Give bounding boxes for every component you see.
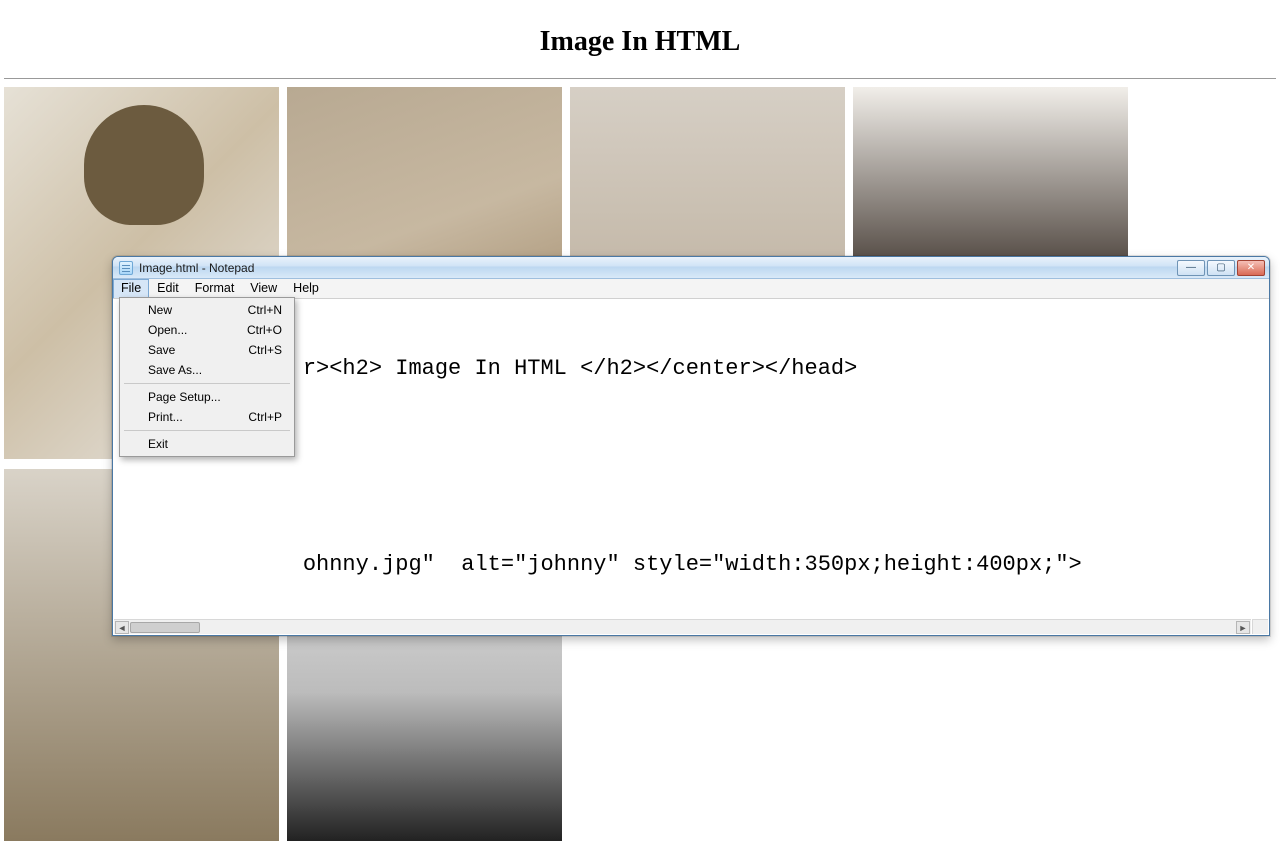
menu-separator (124, 383, 290, 384)
menu-separator (124, 430, 290, 431)
file-menu-page-setup[interactable]: Page Setup... (122, 387, 292, 407)
menu-item-label: New (148, 303, 172, 317)
scroll-left-arrow-icon[interactable]: ◄ (115, 621, 129, 634)
maximize-button[interactable]: ▢ (1207, 260, 1235, 276)
file-menu-new[interactable]: New Ctrl+N (122, 300, 292, 320)
page-title: Image In HTML (0, 0, 1280, 72)
menu-item-label: Open... (148, 323, 187, 337)
horizontal-scrollbar[interactable]: ◄ ► (114, 619, 1251, 634)
menu-item-shortcut: Ctrl+P (248, 410, 282, 424)
window-title: Image.html - Notepad (139, 261, 254, 275)
menu-item-label: Save As... (148, 363, 202, 377)
file-menu-dropdown[interactable]: New Ctrl+N Open... Ctrl+O Save Ctrl+S Sa… (119, 297, 295, 457)
menu-help[interactable]: Help (285, 279, 327, 298)
code-line: ohnny.jpg" alt="johnny" style="width:350… (118, 551, 1268, 579)
menubar: File Edit Format View Help (113, 279, 1269, 299)
titlebar[interactable]: Image.html - Notepad — ▢ ✕ (113, 257, 1269, 279)
menu-item-label: Print... (148, 410, 183, 424)
menu-format[interactable]: Format (187, 279, 243, 298)
menu-item-shortcut: Ctrl+N (248, 303, 282, 317)
notepad-icon (119, 261, 133, 275)
close-button[interactable]: ✕ (1237, 260, 1265, 276)
menu-edit[interactable]: Edit (149, 279, 187, 298)
page-hr (4, 78, 1276, 79)
menu-file[interactable]: File (113, 279, 149, 298)
file-menu-print[interactable]: Print... Ctrl+P (122, 407, 292, 427)
file-menu-open[interactable]: Open... Ctrl+O (122, 320, 292, 340)
scroll-grip (1252, 619, 1268, 634)
menu-view[interactable]: View (242, 279, 285, 298)
file-menu-save-as[interactable]: Save As... (122, 360, 292, 380)
menu-item-label: Exit (148, 437, 168, 451)
menu-item-label: Save (148, 343, 175, 357)
file-menu-save[interactable]: Save Ctrl+S (122, 340, 292, 360)
window-controls: — ▢ ✕ (1177, 260, 1265, 276)
menu-item-shortcut: Ctrl+S (248, 343, 282, 357)
menu-item-label: Page Setup... (148, 390, 221, 404)
menu-item-shortcut: Ctrl+O (247, 323, 282, 337)
file-menu-exit[interactable]: Exit (122, 434, 292, 454)
scroll-thumb[interactable] (130, 622, 200, 633)
minimize-button[interactable]: — (1177, 260, 1205, 276)
notepad-window[interactable]: Image.html - Notepad — ▢ ✕ File Edit For… (112, 256, 1270, 636)
scroll-right-arrow-icon[interactable]: ► (1236, 621, 1250, 634)
